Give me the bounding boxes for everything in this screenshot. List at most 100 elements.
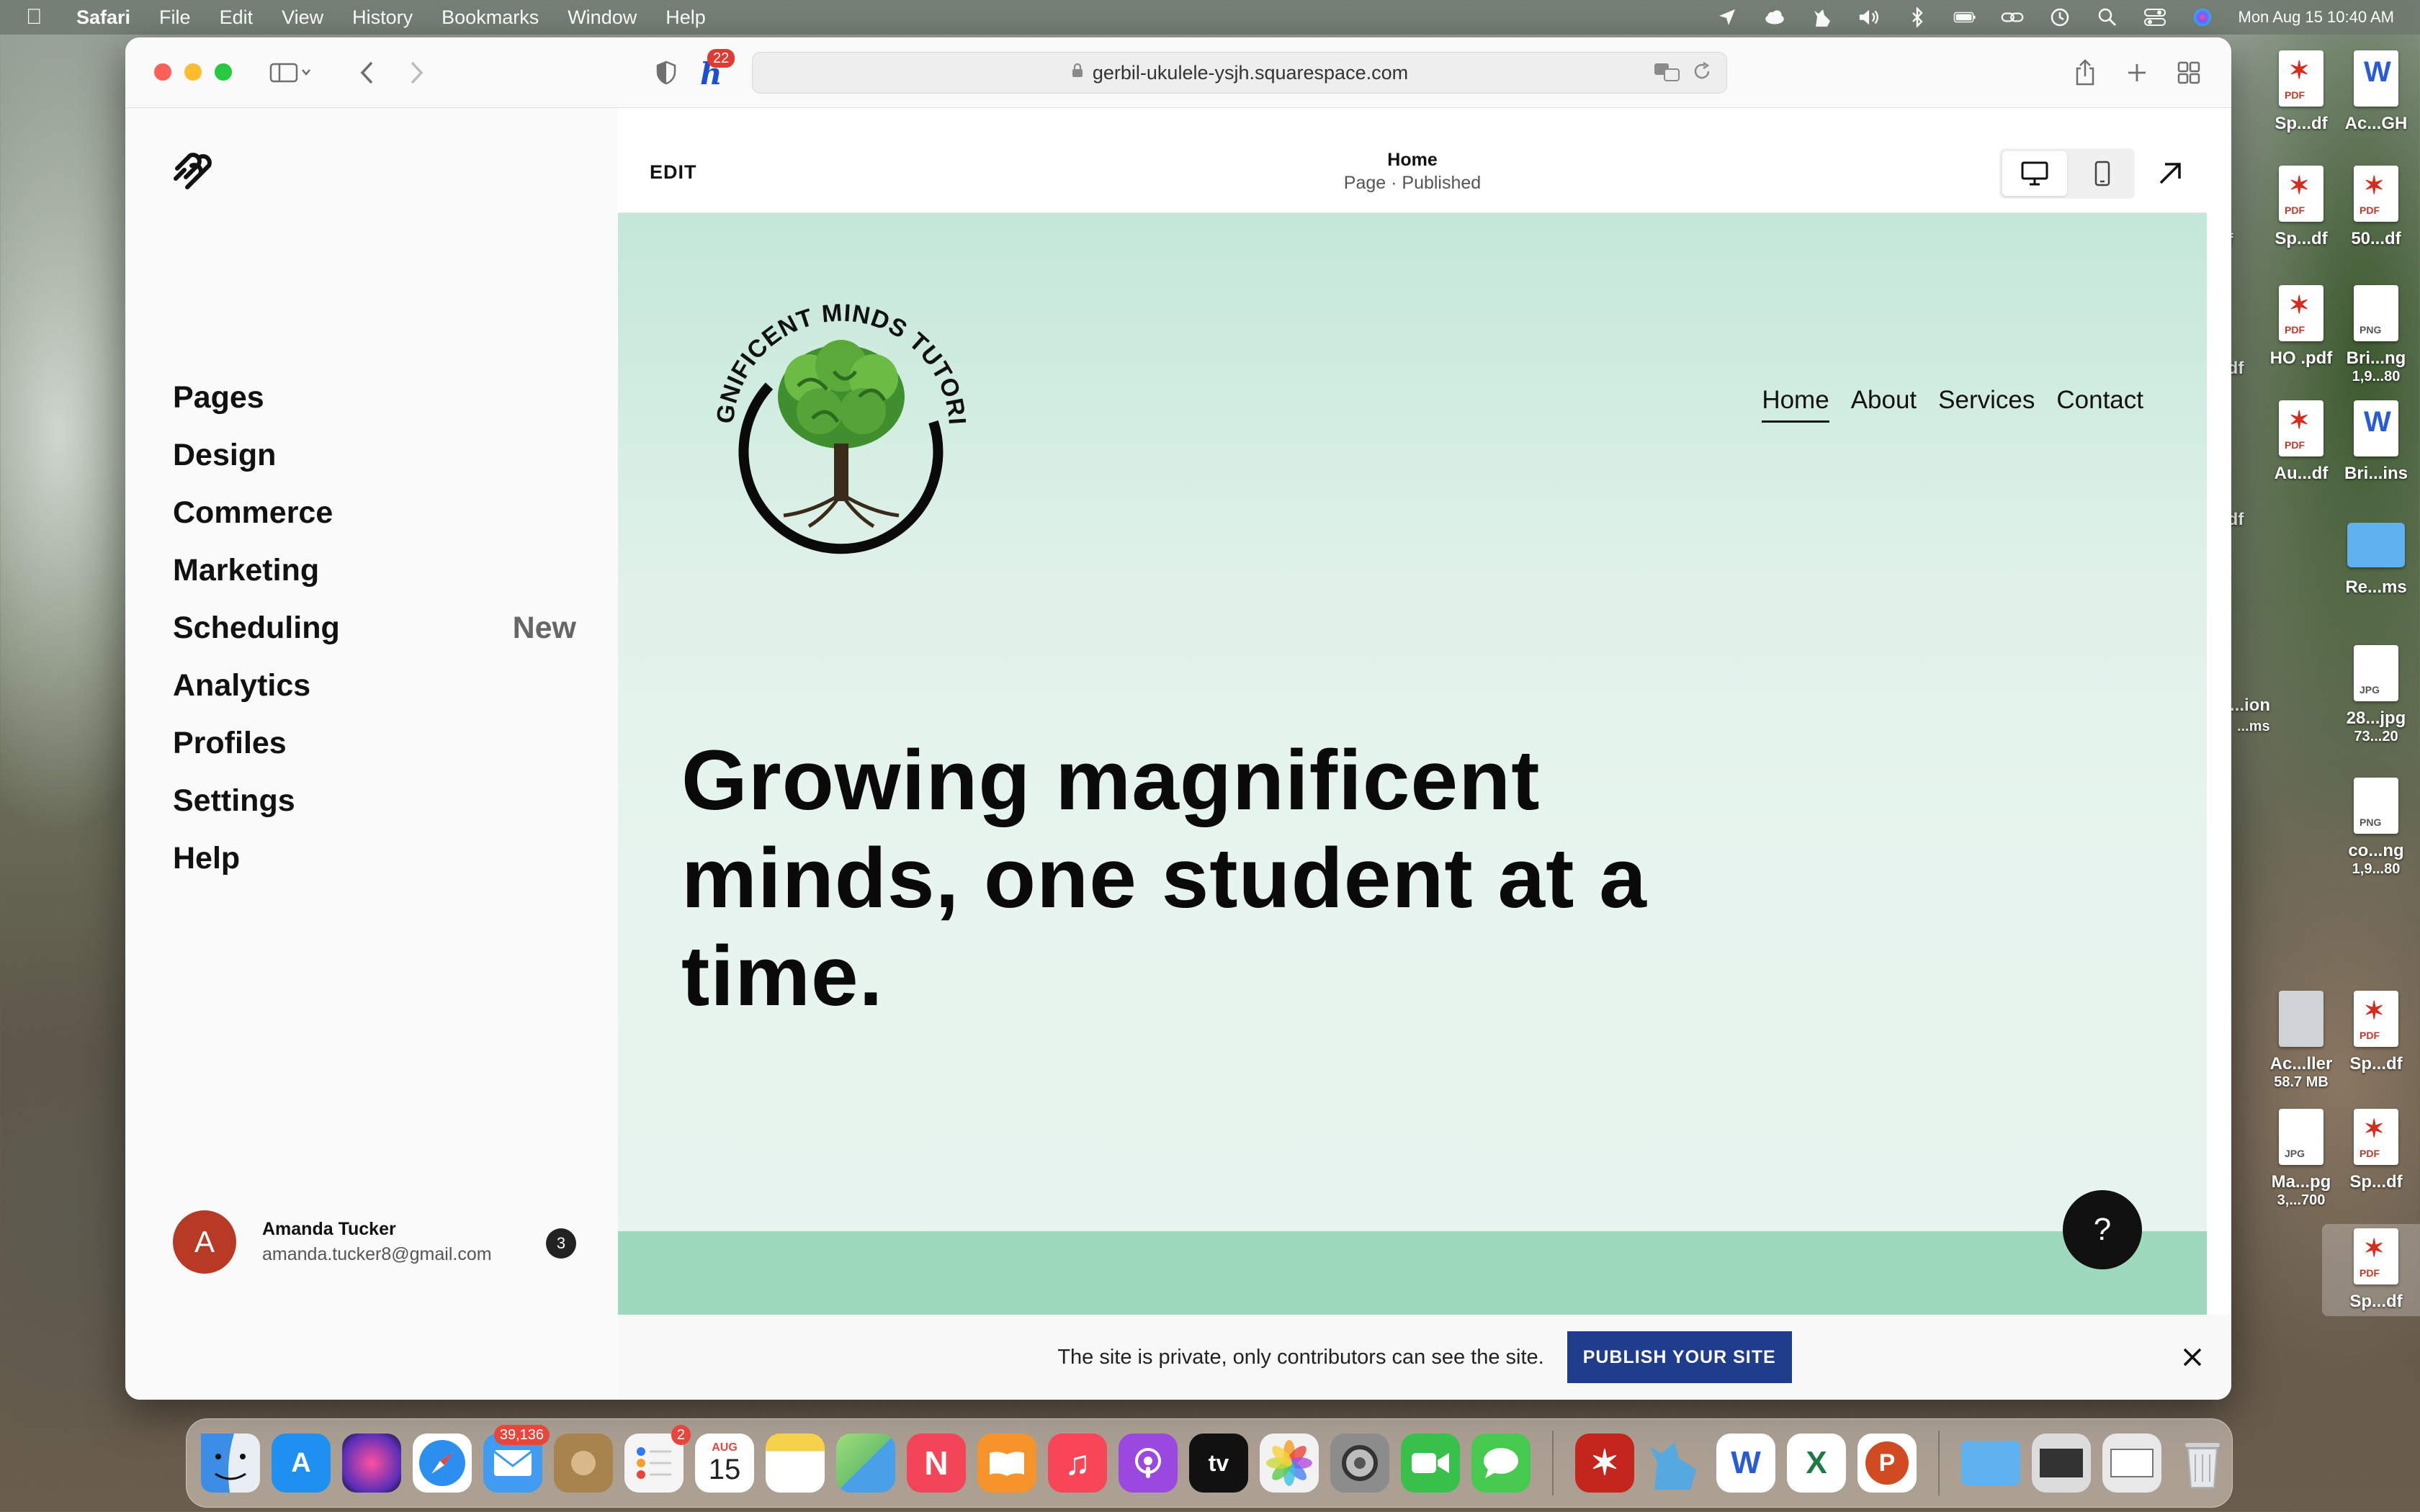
nav-item-scheduling[interactable]: Scheduling New bbox=[173, 599, 576, 657]
mail-badge: 39,136 bbox=[493, 1425, 550, 1445]
search-icon[interactable] bbox=[2096, 7, 2119, 27]
desktop-file-pdf-selected[interactable]: ✶ PDF Sp...df bbox=[2322, 1224, 2420, 1316]
nav-item-marketing[interactable]: Marketing bbox=[173, 541, 576, 599]
menu-bookmarks[interactable]: Bookmarks bbox=[442, 6, 539, 29]
dock-notes[interactable] bbox=[766, 1434, 825, 1493]
desktop-file-pdf[interactable]: ✶ PDF Sp...df bbox=[2322, 1109, 2420, 1192]
publish-site-button[interactable]: PUBLISH YOUR SITE bbox=[1567, 1331, 1792, 1383]
nav-item-analytics[interactable]: Analytics bbox=[173, 657, 576, 714]
siri-icon[interactable] bbox=[2191, 7, 2214, 27]
dock-reminders[interactable]: 2 bbox=[624, 1425, 691, 1493]
dock-news[interactable]: N bbox=[907, 1434, 966, 1493]
bluetooth-icon[interactable] bbox=[1906, 7, 1929, 27]
dock-screenshot-2[interactable] bbox=[2102, 1434, 2161, 1493]
dock-tv[interactable]: tv bbox=[1189, 1434, 1248, 1493]
battery-icon[interactable] bbox=[1953, 7, 1976, 27]
menu-history[interactable]: History bbox=[352, 6, 413, 29]
nav-item-pages[interactable]: Pages bbox=[173, 369, 576, 426]
dock-app-store[interactable]: A bbox=[272, 1434, 331, 1493]
menu-file[interactable]: File bbox=[159, 6, 191, 29]
menu-view[interactable]: View bbox=[282, 6, 323, 29]
forward-icon[interactable] bbox=[399, 55, 435, 91]
minimize-window-button[interactable] bbox=[184, 63, 202, 81]
time-machine-icon[interactable] bbox=[2048, 7, 2071, 27]
dock-system-preferences[interactable] bbox=[1330, 1434, 1389, 1493]
site-preview[interactable]: MAGNIFICENT MINDS TUTORING bbox=[618, 213, 2207, 1315]
address-bar[interactable]: gerbil-ukulele-ysjh.squarespace.com bbox=[752, 52, 1727, 94]
privacy-shield-icon[interactable] bbox=[648, 55, 684, 91]
menu-bar-clock[interactable]: Mon Aug 15 10:40 AM bbox=[2238, 8, 2395, 27]
dock-screenshot-1[interactable] bbox=[2032, 1434, 2091, 1493]
dock-folder[interactable] bbox=[1961, 1434, 2020, 1493]
dock-music[interactable]: ♫ bbox=[1048, 1434, 1107, 1493]
back-icon[interactable] bbox=[349, 55, 385, 91]
mobile-view-button[interactable] bbox=[2070, 148, 2135, 199]
site-nav-services[interactable]: Services bbox=[1938, 386, 2035, 423]
desktop-file-pdf[interactable]: ✶ PDF 50...df bbox=[2322, 166, 2420, 249]
close-window-button[interactable] bbox=[154, 63, 171, 81]
dock-word[interactable]: W bbox=[1716, 1434, 1775, 1493]
desktop-file-word[interactable]: W Bri...ins bbox=[2322, 400, 2420, 484]
nav-item-design[interactable]: Design bbox=[173, 426, 576, 484]
nav-item-settings[interactable]: Settings bbox=[173, 772, 576, 829]
translate-icon[interactable] bbox=[1653, 61, 1680, 88]
cat-icon[interactable] bbox=[1811, 7, 1834, 27]
desktop-file-pdf[interactable]: ✶ PDF Sp...df bbox=[2322, 991, 2420, 1074]
avatar[interactable]: A bbox=[173, 1210, 236, 1274]
menu-edit[interactable]: Edit bbox=[220, 6, 254, 29]
nav-item-commerce[interactable]: Commerce bbox=[173, 484, 576, 541]
account-menu[interactable]: A Amanda Tucker amanda.tucker8@gmail.com… bbox=[173, 1210, 576, 1274]
dock-messages[interactable] bbox=[1471, 1434, 1531, 1493]
dock-safari[interactable] bbox=[413, 1434, 472, 1493]
dock-siri[interactable] bbox=[342, 1434, 401, 1493]
dock-facetime[interactable] bbox=[1401, 1434, 1460, 1493]
desktop-file-png[interactable]: PNG Bri...ng 1,9...80 bbox=[2322, 285, 2420, 385]
desktop-folder[interactable]: Re...ms bbox=[2322, 518, 2420, 598]
icloud-icon[interactable] bbox=[1763, 7, 1786, 27]
nav-item-profiles[interactable]: Profiles bbox=[173, 714, 576, 772]
desktop-view-button[interactable] bbox=[2002, 151, 2067, 196]
help-button[interactable]: ? bbox=[2063, 1190, 2142, 1269]
tab-overview-icon[interactable] bbox=[2171, 55, 2207, 91]
squarespace-logo-icon[interactable] bbox=[171, 150, 215, 193]
sidebar-toggle-icon[interactable] bbox=[262, 55, 320, 91]
menu-window[interactable]: Window bbox=[568, 6, 637, 29]
desktop-file-jpg[interactable]: JPG 28...jpg 73...20 bbox=[2322, 645, 2420, 745]
apple-menu-icon[interactable]:  bbox=[26, 5, 55, 30]
dock-finder[interactable] bbox=[201, 1434, 260, 1493]
new-tab-icon[interactable] bbox=[2119, 55, 2155, 91]
nav-item-help[interactable]: Help bbox=[173, 829, 576, 887]
dock-contacts[interactable] bbox=[554, 1434, 613, 1493]
dock-books[interactable] bbox=[977, 1434, 1036, 1493]
dock-maps[interactable] bbox=[836, 1434, 895, 1493]
site-nav-contact[interactable]: Contact bbox=[2056, 386, 2143, 423]
hero-heading[interactable]: Growing magnificent minds, one student a… bbox=[681, 732, 1690, 1025]
dock-cat-app[interactable] bbox=[1646, 1434, 1705, 1493]
books-icon bbox=[990, 1452, 1024, 1476]
dock-acrobat[interactable]: ✶ bbox=[1575, 1434, 1634, 1493]
desktop-file-word[interactable]: W Ac...GH bbox=[2322, 50, 2420, 134]
link-icon[interactable] bbox=[2001, 7, 2024, 27]
zoom-window-button[interactable] bbox=[215, 63, 232, 81]
dock-excel[interactable]: X bbox=[1787, 1434, 1846, 1493]
menu-app-name[interactable]: Safari bbox=[76, 6, 130, 29]
dock-powerpoint[interactable]: P bbox=[1857, 1434, 1917, 1493]
dock-photos[interactable] bbox=[1260, 1434, 1319, 1493]
share-icon[interactable] bbox=[2067, 55, 2103, 91]
expand-preview-icon[interactable] bbox=[2154, 157, 2187, 190]
notification-count-badge[interactable]: 3 bbox=[546, 1228, 576, 1259]
dock-calendar[interactable]: AUG 15 bbox=[695, 1434, 754, 1493]
site-nav-home[interactable]: Home bbox=[1762, 386, 1829, 423]
volume-icon[interactable] bbox=[1858, 7, 1881, 27]
control-center-icon[interactable] bbox=[2143, 7, 2166, 27]
location-icon[interactable] bbox=[1716, 7, 1739, 27]
dock-podcasts[interactable] bbox=[1119, 1434, 1178, 1493]
menu-help[interactable]: Help bbox=[666, 6, 706, 29]
reload-icon[interactable] bbox=[1692, 61, 1712, 88]
dock-trash[interactable] bbox=[2173, 1434, 2232, 1493]
desktop-file-png[interactable]: PNG co...ng 1,9...80 bbox=[2322, 778, 2420, 878]
close-icon[interactable] bbox=[2182, 1342, 2202, 1374]
site-nav-about[interactable]: About bbox=[1851, 386, 1917, 423]
dock-mail[interactable]: 39,136 bbox=[483, 1425, 550, 1493]
site-logo[interactable]: MAGNIFICENT MINDS TUTORING bbox=[679, 242, 992, 566]
